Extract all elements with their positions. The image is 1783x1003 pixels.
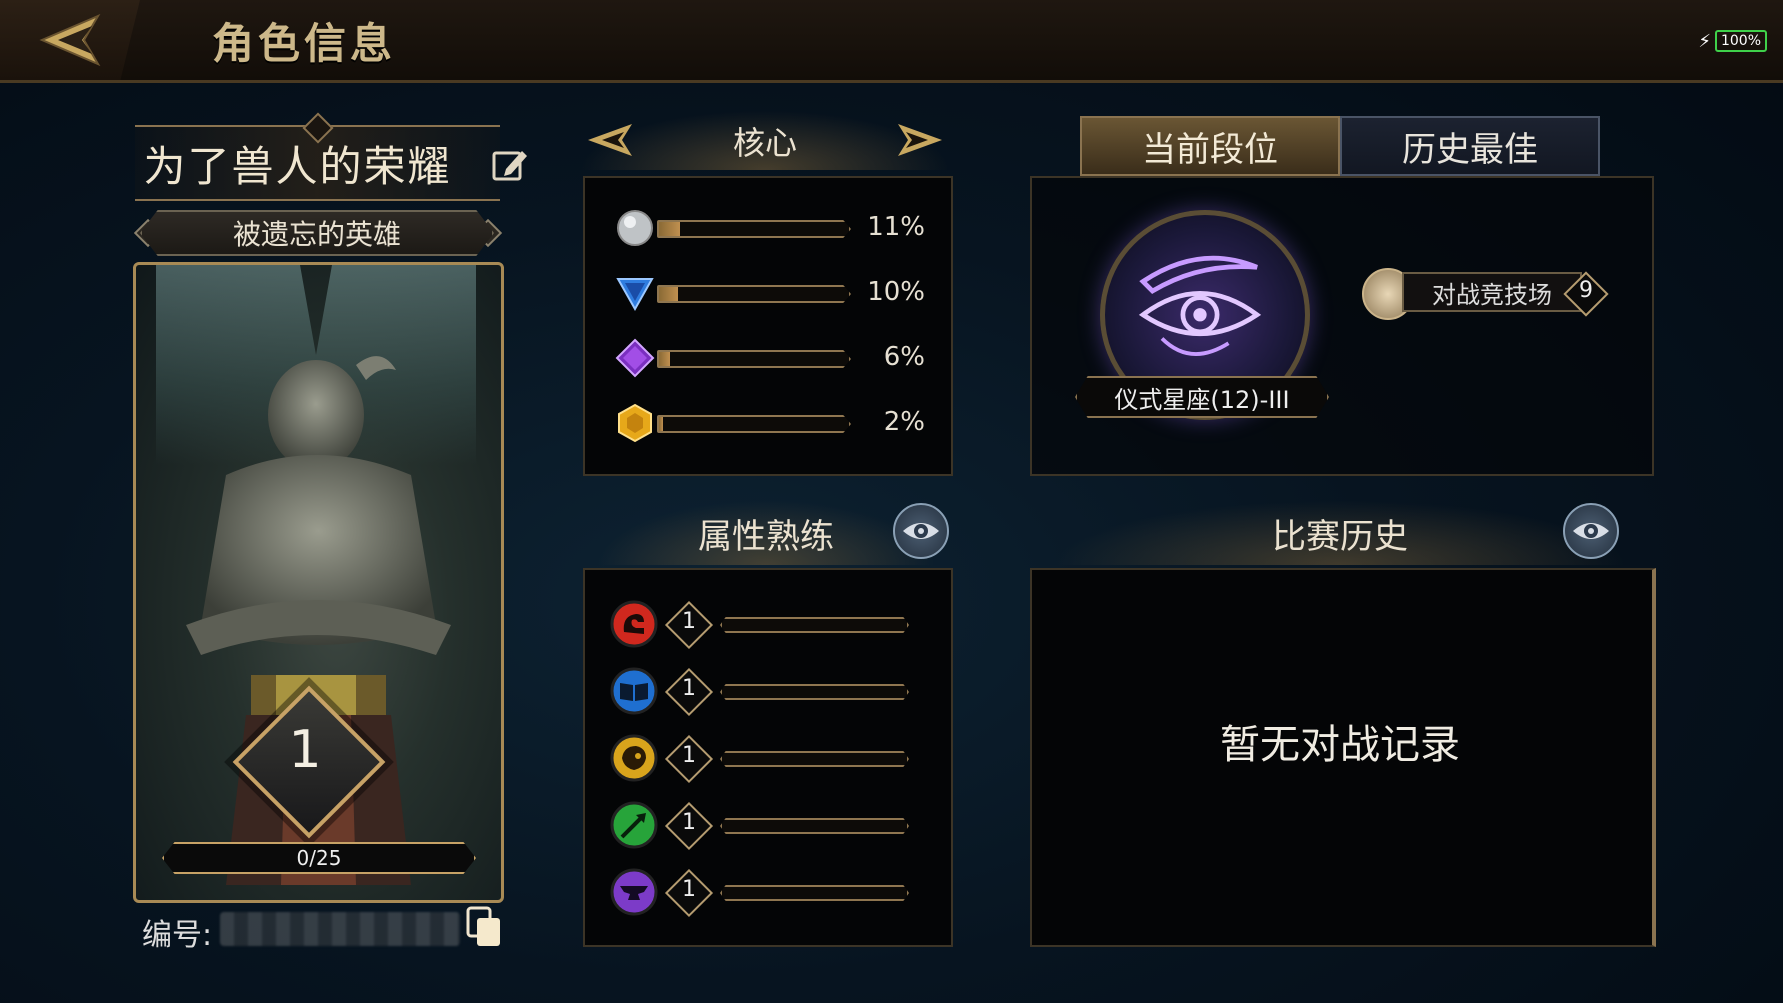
silver-orb-icon xyxy=(617,210,653,246)
blue-triangle-icon xyxy=(616,278,654,312)
arena-count: 9 xyxy=(1579,278,1593,303)
player-title: 被遗忘的英雄 xyxy=(140,210,494,256)
rank-name: 仪式星座(12)-III xyxy=(1075,376,1329,418)
lion-icon xyxy=(610,734,658,782)
core-stats-panel: 11% 10% 6% 2% xyxy=(583,176,953,476)
arena-text: 对战竞技场 xyxy=(1432,280,1552,309)
stat-fill xyxy=(659,352,671,366)
stat-percent: 6% xyxy=(883,342,925,372)
player-name: 为了兽人的荣耀 xyxy=(143,141,452,191)
history-header: 比赛历史 xyxy=(1030,495,1650,565)
tab-best-rank[interactable]: 历史最佳 xyxy=(1340,116,1600,176)
proficiency-bar xyxy=(720,885,909,901)
proficiency-row: 1 xyxy=(610,801,909,851)
stat-bar xyxy=(657,350,851,368)
tab-current-rank[interactable]: 当前段位 xyxy=(1080,116,1340,176)
no-record-text: 暂无对战记录 xyxy=(1220,722,1460,768)
proficiency-row: 1 xyxy=(610,734,909,784)
top-bar: 角色信息 ⚡ 100% xyxy=(0,0,1783,83)
page-title: 角色信息 xyxy=(212,19,397,68)
edit-icon[interactable] xyxy=(490,145,530,185)
proficiency-level: 1 xyxy=(682,609,696,634)
gold-hexagon-icon xyxy=(618,403,652,443)
proficiency-bar xyxy=(720,751,909,767)
proficiency-level: 1 xyxy=(682,810,696,835)
player-id-blurred xyxy=(220,912,460,946)
stat-row: 2% xyxy=(615,403,925,443)
stat-bar xyxy=(657,220,851,238)
stat-row: 11% xyxy=(615,208,925,248)
charging-icon: ⚡ xyxy=(1698,30,1711,52)
player-name-plate: 为了兽人的荣耀 xyxy=(135,125,527,201)
back-button[interactable] xyxy=(0,0,140,80)
next-arrow-icon[interactable] xyxy=(890,120,950,160)
proficiency-row: 1 xyxy=(610,667,909,717)
copy-icon[interactable] xyxy=(465,905,503,949)
history-title: 比赛历史 xyxy=(1272,517,1408,557)
stat-percent: 2% xyxy=(883,407,925,437)
proficiency-bar xyxy=(720,818,909,834)
stat-fill xyxy=(659,287,678,301)
core-header: 核心 xyxy=(580,110,950,170)
proficiency-level: 1 xyxy=(682,877,696,902)
strength-icon xyxy=(610,600,658,648)
proficiency-level: 1 xyxy=(682,743,696,768)
stat-row: 6% xyxy=(615,338,925,378)
eye-icon xyxy=(903,523,939,539)
back-arrow-icon xyxy=(39,13,101,67)
battery-level: 100% xyxy=(1714,30,1767,52)
stat-bar xyxy=(657,415,851,433)
eye-icon xyxy=(1573,523,1609,539)
proficiency-level: 1 xyxy=(682,676,696,701)
player-level: 1 xyxy=(288,720,322,780)
battery-indicator: ⚡ 100% xyxy=(1698,30,1767,52)
stat-percent: 11% xyxy=(867,212,925,242)
stat-fill xyxy=(659,417,663,431)
xp-bar: 0/25 xyxy=(162,842,476,874)
purple-diamond-icon xyxy=(615,338,655,378)
stat-bar xyxy=(657,285,851,303)
stat-row: 10% xyxy=(615,273,925,313)
proficiency-row: 1 xyxy=(610,868,909,918)
arrow-icon xyxy=(610,801,658,849)
stat-fill xyxy=(659,222,680,236)
stat-percent: 10% xyxy=(867,277,925,307)
id-label: 编号: xyxy=(142,918,213,953)
rank-tabs: 当前段位 历史最佳 xyxy=(1080,116,1600,176)
proficiency-header: 属性熟练 xyxy=(583,495,949,565)
xp-text: 0/25 xyxy=(296,846,342,870)
book-icon xyxy=(610,667,658,715)
arena-label: 对战竞技场 xyxy=(1402,272,1582,312)
proficiency-row: 1 xyxy=(610,600,909,650)
anvil-icon xyxy=(610,868,658,916)
proficiency-bar xyxy=(720,617,909,633)
proficiency-bar xyxy=(720,684,909,700)
proficiency-panel: 1 1 1 1 1 xyxy=(583,568,953,947)
proficiency-eye-button[interactable] xyxy=(893,503,949,559)
history-eye-button[interactable] xyxy=(1563,503,1619,559)
